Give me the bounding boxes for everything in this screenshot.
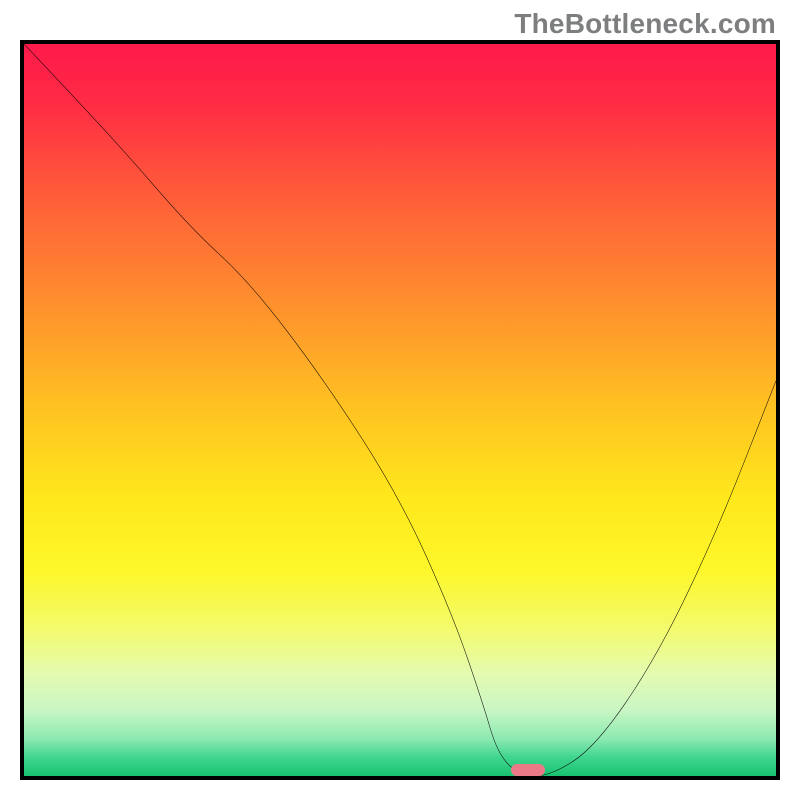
bottleneck-curve: [24, 44, 776, 776]
curve-svg: [24, 44, 776, 776]
optimum-marker: [511, 764, 545, 776]
chart-container: TheBottleneck.com: [0, 0, 800, 800]
watermark-text: TheBottleneck.com: [514, 8, 776, 40]
plot-area: [20, 40, 780, 780]
